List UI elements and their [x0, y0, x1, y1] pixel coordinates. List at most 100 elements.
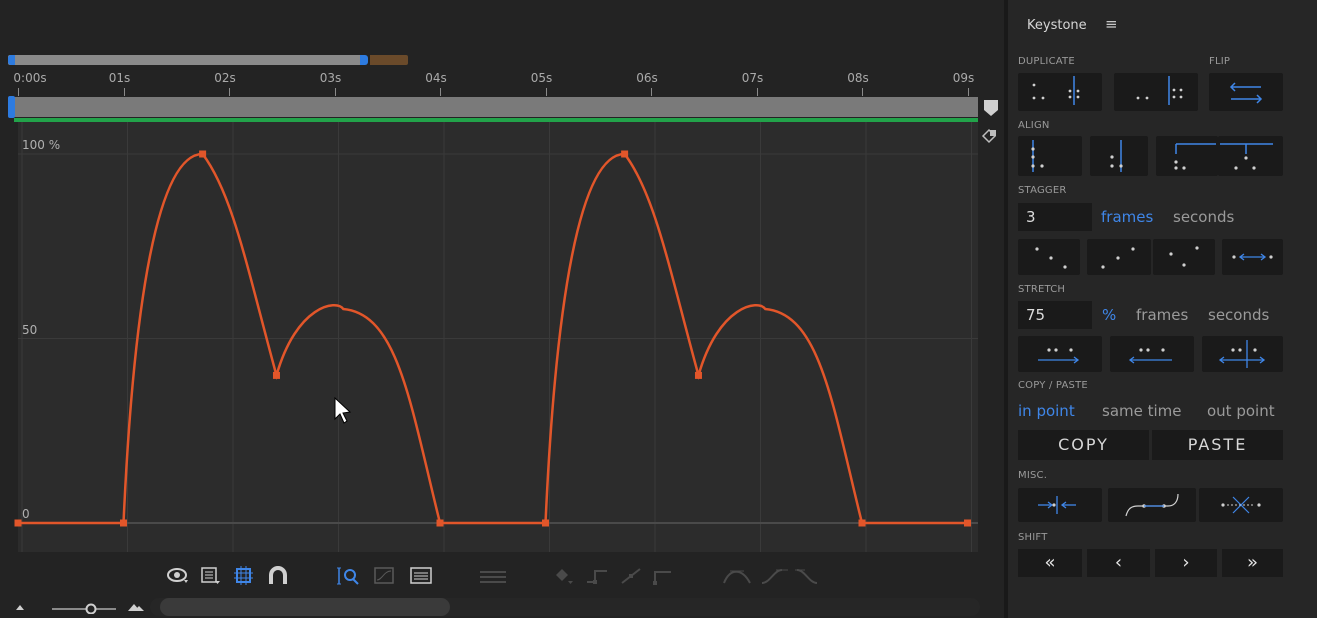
- ruler-tick: [651, 88, 652, 96]
- stagger-option-seconds[interactable]: seconds: [1173, 203, 1234, 231]
- keyframe-marker[interactable]: [272, 371, 280, 379]
- paste-button[interactable]: PASTE: [1152, 430, 1283, 460]
- copy-option-in-point[interactable]: in point: [1018, 397, 1075, 425]
- stretch-option-percent[interactable]: %: [1102, 301, 1116, 329]
- time-navigator-end-handle[interactable]: [360, 55, 368, 65]
- linear-keyframe-icon[interactable]: [620, 566, 646, 586]
- snap-frame-icon[interactable]: [233, 566, 255, 586]
- graph-background: [18, 122, 978, 552]
- ease-in-icon[interactable]: [760, 566, 790, 586]
- ruler-tick: [440, 88, 441, 96]
- time-navigator-start-handle[interactable]: [8, 55, 15, 65]
- shift-right-button[interactable]: ›: [1155, 549, 1217, 577]
- ruler-tick-label: 03s: [319, 71, 342, 85]
- zoom-out-icon: [16, 605, 24, 610]
- keyframe-marker[interactable]: [120, 519, 127, 527]
- shift-left-button[interactable]: ‹: [1087, 549, 1150, 577]
- zoom-fit-icon[interactable]: [337, 566, 363, 586]
- copy-paste-section-label: COPY / PASTE: [1018, 380, 1088, 391]
- ruler-tick: [18, 88, 19, 96]
- misc-collapse-button[interactable]: [1018, 488, 1102, 522]
- align-top-button[interactable]: [1156, 136, 1218, 176]
- ruler-tick: [229, 88, 230, 96]
- y-label-50: 50: [22, 323, 37, 337]
- flip-button[interactable]: [1209, 73, 1283, 111]
- horizontal-scrollbar-thumb[interactable]: [160, 598, 450, 616]
- stretch-right-button[interactable]: [1018, 336, 1102, 372]
- ruler-tick-label: 01s: [108, 71, 131, 85]
- stretch-option-frames[interactable]: frames: [1136, 301, 1188, 329]
- stretch-left-button[interactable]: [1110, 336, 1194, 372]
- align-left-button[interactable]: [1018, 136, 1082, 176]
- list-icon[interactable]: [200, 566, 222, 586]
- keyframe-marker[interactable]: [199, 150, 207, 158]
- work-area-bar[interactable]: [14, 97, 978, 117]
- stagger-option-frames[interactable]: frames: [1101, 203, 1153, 231]
- shift-far-right-button[interactable]: »: [1222, 549, 1283, 577]
- time-ruler[interactable]: 0:00s 01s 02s 03s 04s 05s 06s 07s 08s 09s: [0, 66, 985, 96]
- stagger-v-button[interactable]: [1153, 239, 1215, 275]
- graph-editor-panel: 0:00s 01s 02s 03s 04s 05s 06s 07s 08s 09s 100 % 5…: [0, 0, 1004, 618]
- misc-section-label: MISC.: [1018, 470, 1048, 481]
- zoom-slider[interactable]: [16, 600, 166, 614]
- copy-button[interactable]: COPY: [1018, 430, 1149, 460]
- ease-out-icon[interactable]: [795, 566, 825, 586]
- copy-option-out-point[interactable]: out point: [1207, 397, 1275, 425]
- stretch-option-seconds[interactable]: seconds: [1208, 301, 1269, 329]
- keyframe-easy-icon[interactable]: [554, 566, 576, 586]
- ruler-tick-label: 07s: [741, 71, 764, 85]
- magnet-icon[interactable]: [268, 566, 290, 586]
- ruler-tick-label: 02s: [214, 71, 236, 85]
- eye-icon[interactable]: [167, 566, 189, 586]
- keyframe-marker[interactable]: [542, 519, 549, 527]
- duplicate-after-button[interactable]: [1114, 73, 1198, 111]
- reference-graph-icon[interactable]: [409, 566, 435, 586]
- auto-bezier-icon[interactable]: [653, 566, 679, 586]
- ruler-tick: [967, 88, 969, 96]
- misc-cross-button[interactable]: [1199, 488, 1283, 522]
- stretch-center-button[interactable]: [1202, 336, 1283, 372]
- copy-option-same-time[interactable]: same time: [1102, 397, 1182, 425]
- align-bottom-button[interactable]: [1218, 136, 1283, 176]
- work-area-end-marker[interactable]: [984, 98, 998, 118]
- keyframe-marker[interactable]: [858, 519, 866, 527]
- time-navigator-track[interactable]: [8, 55, 363, 65]
- stagger-up-button[interactable]: [1087, 239, 1151, 275]
- keystone-menu-icon[interactable]: ≡: [1105, 15, 1118, 33]
- stagger-input[interactable]: 3: [1018, 203, 1092, 231]
- align-section-label: ALIGN: [1018, 120, 1050, 131]
- time-navigator[interactable]: [8, 55, 408, 65]
- ruler-tick: [334, 88, 336, 96]
- hold-keyframe-icon[interactable]: [585, 566, 611, 586]
- stagger-down-button[interactable]: [1018, 239, 1080, 275]
- stagger-spread-button[interactable]: [1222, 239, 1283, 275]
- ease-icon[interactable]: [722, 566, 752, 586]
- duplicate-section-label: DUPLICATE: [1018, 56, 1075, 67]
- time-navigator-remainder: [370, 55, 408, 65]
- keyframe-marker[interactable]: [14, 519, 22, 527]
- ruler-tick: [862, 88, 863, 96]
- ruler-tick-label: 06s: [636, 71, 658, 85]
- keyframe-marker[interactable]: [436, 519, 444, 527]
- keystone-panel: Keystone ≡ DUPLICATE FLIP ALIGN STAGGER …: [1008, 0, 1317, 618]
- shift-far-left-button[interactable]: «: [1018, 549, 1082, 577]
- keyframe-marker[interactable]: [621, 150, 629, 158]
- ruler-tick-label: 0:00s: [13, 71, 47, 85]
- separate-dimensions-icon[interactable]: [478, 566, 508, 586]
- graph-options-icon[interactable]: [981, 128, 997, 144]
- stretch-input[interactable]: 75: [1018, 301, 1092, 329]
- panel-header: [0, 0, 1004, 52]
- keyframe-marker[interactable]: [694, 371, 702, 379]
- stagger-section-label: STAGGER: [1018, 185, 1067, 196]
- value-graph[interactable]: 100 % 50 0: [0, 122, 1004, 560]
- y-label-100: 100 %: [22, 138, 60, 152]
- align-right-button[interactable]: [1090, 136, 1148, 176]
- graph-type-icon[interactable]: [374, 566, 396, 586]
- misc-curve-button[interactable]: [1108, 488, 1196, 522]
- y-label-0: 0: [22, 507, 30, 521]
- ruler-tick-label: 04s: [425, 71, 447, 85]
- shift-section-label: SHIFT: [1018, 532, 1048, 543]
- duplicate-before-button[interactable]: [1018, 73, 1102, 111]
- keyframe-marker[interactable]: [964, 519, 971, 527]
- work-area-start-handle[interactable]: [8, 96, 15, 118]
